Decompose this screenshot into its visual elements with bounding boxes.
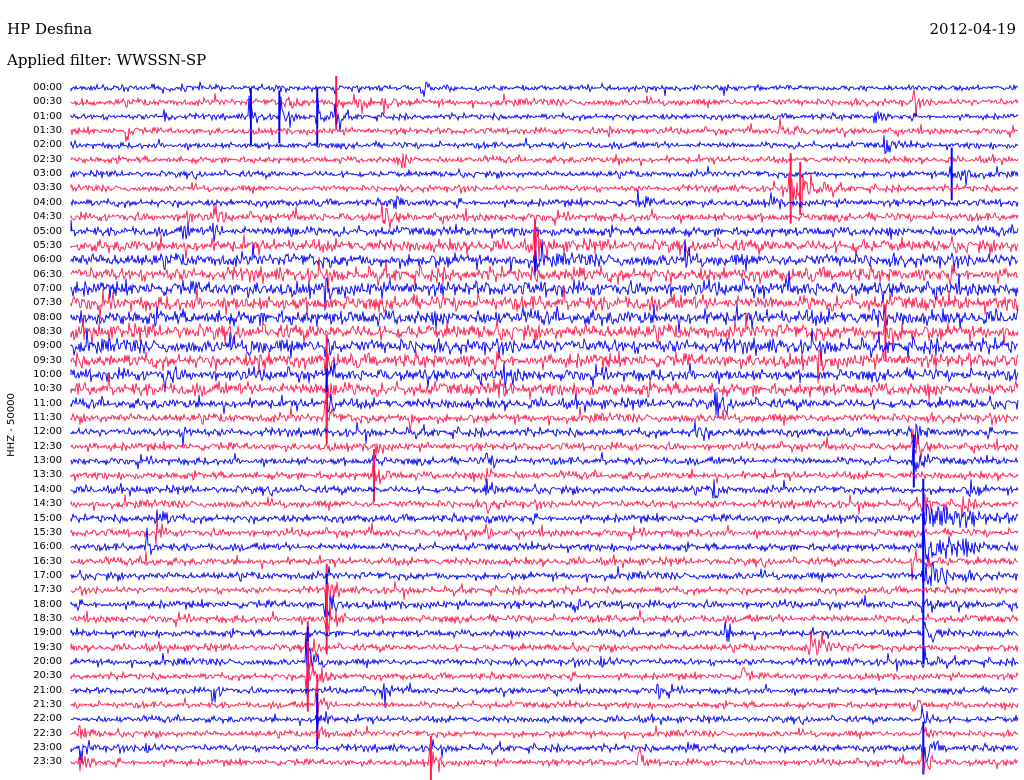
time-label: 16:00 — [33, 541, 62, 553]
time-label: 04:00 — [33, 196, 62, 208]
seismic-trace — [70, 135, 1019, 155]
time-label: 15:30 — [33, 526, 62, 538]
time-label: 16:30 — [33, 555, 62, 567]
time-label: 21:00 — [33, 684, 62, 696]
seismic-trace — [70, 478, 1019, 499]
time-label: 03:00 — [33, 168, 62, 180]
time-label: 19:00 — [33, 627, 62, 639]
seismic-trace — [70, 89, 1019, 118]
time-label: 18:00 — [33, 598, 62, 610]
time-label: 08:00 — [33, 311, 62, 323]
time-label: 19:30 — [33, 641, 62, 653]
time-label: 12:00 — [33, 426, 62, 438]
time-label: 10:00 — [33, 369, 62, 380]
time-label: 09:00 — [33, 340, 62, 352]
time-label: 17:00 — [33, 569, 62, 581]
time-label: 22:00 — [33, 713, 62, 725]
time-label: 07:00 — [33, 282, 62, 294]
time-label: 23:30 — [33, 756, 62, 768]
seismic-trace — [70, 604, 1019, 632]
time-label: 03:30 — [33, 182, 62, 194]
time-label: 20:30 — [33, 670, 62, 682]
seismic-trace — [70, 189, 1019, 210]
seismic-trace — [70, 220, 1019, 242]
time-label: 10:30 — [33, 383, 62, 395]
seismic-trace — [70, 153, 1019, 169]
time-label: 06:00 — [33, 254, 62, 266]
time-label: 08:30 — [33, 325, 62, 337]
time-label: 14:00 — [33, 483, 62, 495]
time-label: 11:00 — [33, 397, 62, 409]
time-label: 04:30 — [33, 211, 62, 223]
seismic-trace — [70, 664, 1019, 692]
time-label: 07:30 — [33, 297, 62, 309]
time-label: 13:00 — [33, 455, 62, 467]
time-label: 23:00 — [33, 742, 62, 754]
time-label: 22:30 — [33, 727, 62, 739]
seismic-trace — [70, 349, 1019, 386]
helicorder-plot — [70, 75, 1019, 780]
seismic-trace — [70, 561, 1019, 587]
time-label: 00:30 — [33, 96, 62, 108]
seismic-trace — [70, 739, 1019, 764]
time-label: 15:00 — [33, 512, 62, 524]
time-label: 05:30 — [33, 239, 62, 251]
date-label: 2012-04-19 — [929, 20, 1016, 38]
time-label: 01:30 — [33, 125, 62, 137]
time-label: 00:00 — [33, 82, 62, 93]
seismic-trace — [70, 493, 1019, 518]
time-label: 14:30 — [33, 498, 62, 510]
seismic-trace — [70, 503, 1019, 528]
time-axis: 00:00 00:30 01:00 01:30 02:00 02:30 03:00 03:30… — [0, 0, 66, 780]
time-label: 06:30 — [33, 268, 62, 280]
time-label: 02:30 — [33, 153, 62, 165]
time-label: 21:30 — [33, 699, 62, 711]
seismic-trace — [70, 629, 1019, 669]
time-label: 20:00 — [33, 656, 62, 667]
seismic-trace — [70, 516, 1019, 546]
time-label: 02:00 — [33, 139, 62, 151]
seismic-trace — [70, 526, 1019, 564]
filter-name: WWSSN-SP — [116, 51, 207, 69]
time-label: 05:00 — [33, 225, 62, 237]
seismic-trace — [70, 165, 1019, 186]
seismic-trace — [70, 636, 1019, 674]
time-label: 17:30 — [33, 584, 62, 596]
time-label: 11:30 — [33, 412, 62, 424]
seismic-trace — [70, 724, 1019, 740]
time-label: 18:30 — [33, 612, 62, 624]
time-label: 12:30 — [33, 440, 62, 452]
seismic-trace — [70, 621, 1019, 644]
seismic-trace — [70, 461, 1019, 485]
seismic-trace — [70, 706, 1019, 728]
time-label: 01:00 — [33, 110, 62, 122]
seismic-trace — [70, 81, 1019, 97]
time-label: 09:30 — [33, 354, 62, 366]
time-label: 13:30 — [33, 469, 62, 481]
